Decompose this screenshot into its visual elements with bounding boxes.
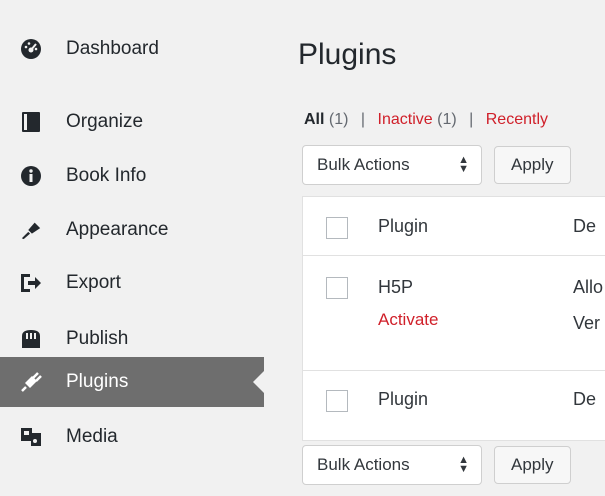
plugins-table: Plugin De H5P Activate Allo Ver Plugin D… bbox=[302, 196, 605, 441]
plugin-name: H5P bbox=[378, 277, 414, 297]
sidebar-item-organize[interactable]: Organize bbox=[0, 97, 264, 147]
sidebar-item-label: Appearance bbox=[66, 219, 169, 240]
sidebar-item-export[interactable]: Export bbox=[0, 258, 264, 308]
sidebar-item-plugins[interactable]: Plugins bbox=[0, 357, 264, 407]
plugin-status-filters: All (1) | Inactive (1) | Recently bbox=[304, 111, 548, 129]
select-all-checkbox-footer[interactable] bbox=[326, 390, 348, 412]
filter-inactive[interactable]: Inactive (1) bbox=[378, 111, 457, 128]
main-content: Plugins All (1) | Inactive (1) | Recentl… bbox=[264, 0, 605, 496]
paintbrush-icon bbox=[20, 219, 42, 241]
book-icon bbox=[20, 111, 42, 133]
store-icon bbox=[20, 328, 42, 350]
plugin-description: Allo bbox=[573, 277, 604, 297]
column-header-plugin[interactable]: Plugin bbox=[378, 216, 428, 237]
admin-sidebar: Dashboard Organize Book Info Appearance … bbox=[0, 0, 264, 496]
select-all-checkbox[interactable] bbox=[326, 217, 348, 239]
sidebar-item-dashboard[interactable]: Dashboard bbox=[0, 24, 264, 74]
column-footer-description[interactable]: De bbox=[573, 389, 596, 410]
sidebar-item-label: Organize bbox=[66, 111, 144, 132]
sidebar-item-media[interactable]: Media bbox=[0, 412, 264, 462]
select-arrows-icon: ▲ ▼ bbox=[458, 454, 469, 475]
plugins-icon bbox=[20, 371, 42, 393]
row-checkbox[interactable] bbox=[326, 277, 348, 299]
table-header-row: Plugin De bbox=[303, 197, 605, 256]
media-icon bbox=[20, 426, 42, 448]
filter-separator: | bbox=[360, 111, 366, 128]
filter-separator: | bbox=[469, 111, 474, 128]
column-header-description[interactable]: De bbox=[573, 216, 596, 237]
sidebar-item-appearance[interactable]: Appearance bbox=[0, 205, 264, 255]
sidebar-item-label: Dashboard bbox=[66, 38, 159, 59]
page-title: Plugins bbox=[298, 38, 397, 71]
filter-recently-active[interactable]: Recently bbox=[486, 111, 548, 128]
sidebar-item-label: Media bbox=[66, 426, 118, 447]
export-icon bbox=[20, 272, 42, 294]
sidebar-item-label: Export bbox=[66, 272, 121, 293]
apply-button[interactable]: Apply bbox=[494, 146, 571, 184]
sidebar-item-label: Publish bbox=[66, 328, 129, 349]
plugin-version: Ver bbox=[573, 313, 601, 333]
activate-link[interactable]: Activate bbox=[378, 310, 438, 330]
sidebar-item-book-info[interactable]: Book Info bbox=[0, 151, 264, 201]
select-arrows-icon: ▲ ▼ bbox=[458, 154, 469, 175]
column-footer-plugin[interactable]: Plugin bbox=[378, 389, 428, 410]
sidebar-item-label: Book Info bbox=[66, 165, 147, 186]
bulk-actions-select[interactable]: Bulk Actions ▲ ▼ bbox=[302, 145, 482, 185]
table-row: H5P Activate Allo Ver bbox=[303, 255, 605, 371]
sidebar-item-label: Plugins bbox=[66, 371, 129, 392]
tablenav-top: Bulk Actions ▲ ▼ Apply bbox=[302, 145, 571, 185]
table-footer-row: Plugin De bbox=[303, 370, 605, 440]
apply-button-bottom[interactable]: Apply bbox=[494, 446, 571, 484]
active-indicator-arrow bbox=[253, 371, 264, 393]
info-icon bbox=[20, 165, 42, 187]
bulk-actions-select-bottom[interactable]: Bulk Actions ▲ ▼ bbox=[302, 445, 482, 485]
filter-all[interactable]: All (1) bbox=[304, 111, 348, 128]
tablenav-bottom: Bulk Actions ▲ ▼ Apply bbox=[302, 445, 571, 485]
dashboard-icon bbox=[20, 38, 42, 60]
